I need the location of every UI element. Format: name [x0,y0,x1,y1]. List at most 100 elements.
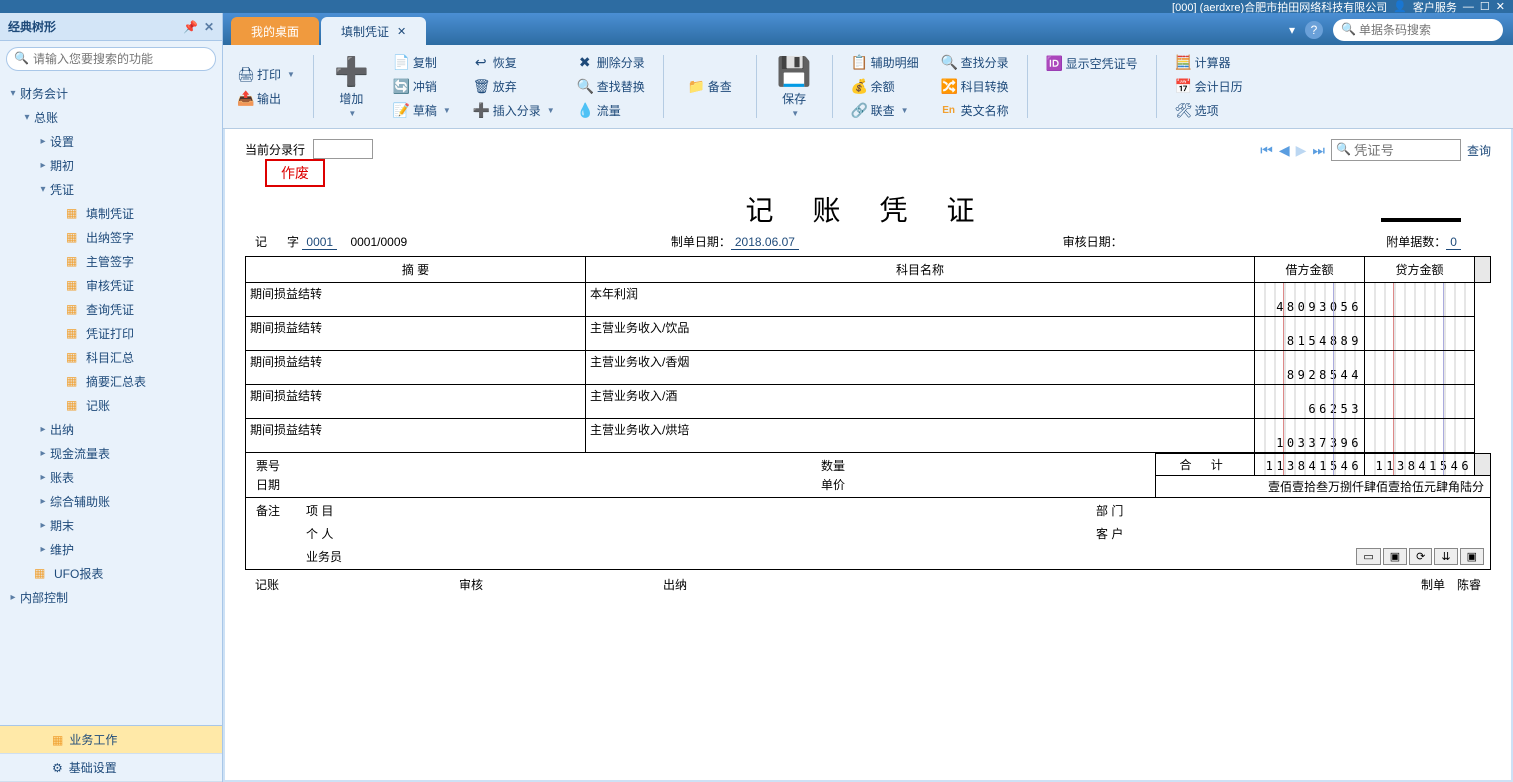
save-button[interactable]: 💾 保存 ▼ [771,51,818,122]
tree-item[interactable]: ▾凭证 [0,177,222,201]
aux-button[interactable]: 📋辅助明细 [847,53,923,73]
tab-voucher[interactable]: 填制凭证 ✕ [321,17,426,45]
help-icon[interactable]: ? [1305,21,1323,39]
tree-item[interactable]: ▾财务会计 [0,81,222,105]
cell-debit[interactable]: 8928544 [1255,351,1365,385]
tree-item[interactable]: ▸综合辅助账 [0,489,222,513]
cell-credit[interactable] [1365,419,1475,453]
replace-button[interactable]: 🔍查找替换 [573,77,649,97]
print-button[interactable]: 🖨打印▼ [233,65,299,85]
tree-item[interactable]: ▸期初 [0,153,222,177]
tree-item[interactable]: ▸现金流量表 [0,441,222,465]
tree-item[interactable]: ▾总账 [0,105,222,129]
balance-button[interactable]: 💰余额 [847,77,923,97]
service-icon[interactable]: 👤 [1393,0,1407,13]
find-entry-button[interactable]: 🔍查找分录 [937,53,1013,73]
tree-item[interactable]: ▦填制凭证 [0,201,222,225]
cell-summary[interactable]: 期间损益结转 [246,283,586,317]
tree-item[interactable]: ▦出纳签字 [0,225,222,249]
options-button[interactable]: 🛠选项 [1171,101,1247,121]
tree-item[interactable]: ▦审核凭证 [0,273,222,297]
cell-debit[interactable]: 10337396 [1255,419,1365,453]
close-sidebar-icon[interactable]: ✕ [204,20,214,34]
make-date[interactable]: 2018.06.07 [731,235,799,250]
cell-debit[interactable]: 66253 [1255,385,1365,419]
tree-item[interactable]: ▸内部控制 [0,585,222,609]
tab-dropdown-icon[interactable]: ▾ [1289,23,1295,37]
table-row[interactable]: 期间损益结转主营业务收入/烘培10337396 [246,419,1491,453]
tree-item[interactable]: ▦主管签字 [0,249,222,273]
window-close-icon[interactable]: ✕ [1496,0,1505,13]
scrollbar[interactable] [1475,257,1491,283]
tree-item[interactable]: ▸出纳 [0,417,222,441]
tree-item[interactable]: ▦记账 [0,393,222,417]
cell-summary[interactable]: 期间损益结转 [246,317,586,351]
attach-count[interactable]: 0 [1446,235,1461,250]
first-page-icon[interactable]: ⏮ [1260,142,1273,159]
next-page-icon[interactable]: ▶ [1296,142,1307,159]
cell-debit[interactable]: 8154889 [1255,317,1365,351]
english-button[interactable]: En英文名称 [937,101,1013,121]
backup-button[interactable]: 📁备查 [678,51,742,122]
cell-subject[interactable]: 主营业务收入/香烟 [586,351,1255,385]
cell-subject[interactable]: 主营业务收入/饮品 [586,317,1255,351]
calculator-button[interactable]: 🧮计算器 [1171,53,1247,73]
remark-icon-4[interactable]: ⇊ [1434,548,1457,565]
delete-button[interactable]: ✖删除分录 [573,53,649,73]
remark-icon-5[interactable]: ▣ [1460,548,1484,565]
tree-item[interactable]: ▸维护 [0,537,222,561]
discard-button[interactable]: 🗑放弃 [469,77,559,97]
table-row[interactable]: 期间损益结转主营业务收入/酒66253 [246,385,1491,419]
cell-summary[interactable]: 期间损益结转 [246,385,586,419]
tree-item[interactable]: ▸期末 [0,513,222,537]
tree-item[interactable]: ▦查询凭证 [0,297,222,321]
tree-item[interactable]: ▦科目汇总 [0,345,222,369]
voucher-no[interactable]: 0001 [302,235,337,250]
tab-desktop[interactable]: 我的桌面 [231,17,319,45]
subject-convert-button[interactable]: 🔀科目转换 [937,77,1013,97]
table-row[interactable]: 期间损益结转本年利润48093056 [246,283,1491,317]
cell-credit[interactable] [1365,385,1475,419]
tree-item[interactable]: ▦凭证打印 [0,321,222,345]
global-search-input[interactable] [1333,19,1503,41]
insert-button[interactable]: ➕插入分录▼ [469,101,559,121]
cell-subject[interactable]: 本年利润 [586,283,1255,317]
query-button[interactable]: 查询 [1467,142,1491,159]
sidebar-search-input[interactable] [6,47,216,71]
remark-icon-3[interactable]: ⟳ [1409,548,1432,565]
cell-debit[interactable]: 48093056 [1255,283,1365,317]
offset-button[interactable]: 🔄冲销 [389,77,455,97]
window-max-icon[interactable]: ☐ [1480,0,1490,13]
calendar-button[interactable]: 📅会计日历 [1171,77,1247,97]
tree-item[interactable]: ▸账表 [0,465,222,489]
table-row[interactable]: 期间损益结转主营业务收入/香烟8928544 [246,351,1491,385]
prev-page-icon[interactable]: ◀ [1279,142,1290,159]
remark-icon-1[interactable]: ▭ [1356,548,1380,565]
cell-summary[interactable]: 期间损益结转 [246,419,586,453]
window-min-icon[interactable]: — [1463,1,1474,13]
output-button[interactable]: 📤输出 [233,89,299,109]
cell-credit[interactable] [1365,317,1475,351]
last-page-icon[interactable]: ⏭ [1312,142,1325,159]
table-row[interactable]: 期间损益结转主营业务收入/饮品8154889 [246,317,1491,351]
draft-button[interactable]: 📝草稿▼ [389,101,455,121]
cell-subject[interactable]: 主营业务收入/烘培 [586,419,1255,453]
copy-button[interactable]: 📄复制 [389,53,455,73]
sidebar-bottom-basic[interactable]: ⚙ 基础设置 [0,754,222,782]
show-empty-button[interactable]: 🆔显示空凭证号 [1042,53,1142,73]
current-row-input[interactable] [313,139,373,159]
voucher-no-input[interactable] [1331,139,1461,161]
cell-subject[interactable]: 主营业务收入/酒 [586,385,1255,419]
add-button[interactable]: ➕ 增加 ▼ [328,51,375,122]
sidebar-bottom-business[interactable]: ▦ 业务工作 [0,726,222,754]
cell-summary[interactable]: 期间损益结转 [246,351,586,385]
remark-icon-2[interactable]: ▣ [1383,548,1407,565]
tree-item[interactable]: ▸设置 [0,129,222,153]
tab-close-icon[interactable]: ✕ [397,25,406,38]
pin-icon[interactable]: 📌 [183,20,198,34]
linked-button[interactable]: 🔗联查▼ [847,101,923,121]
cell-credit[interactable] [1365,283,1475,317]
flow-button[interactable]: 💧流量 [573,101,649,121]
tree-item[interactable]: ▦UFO报表 [0,561,222,585]
restore-button[interactable]: ↩恢复 [469,53,559,73]
